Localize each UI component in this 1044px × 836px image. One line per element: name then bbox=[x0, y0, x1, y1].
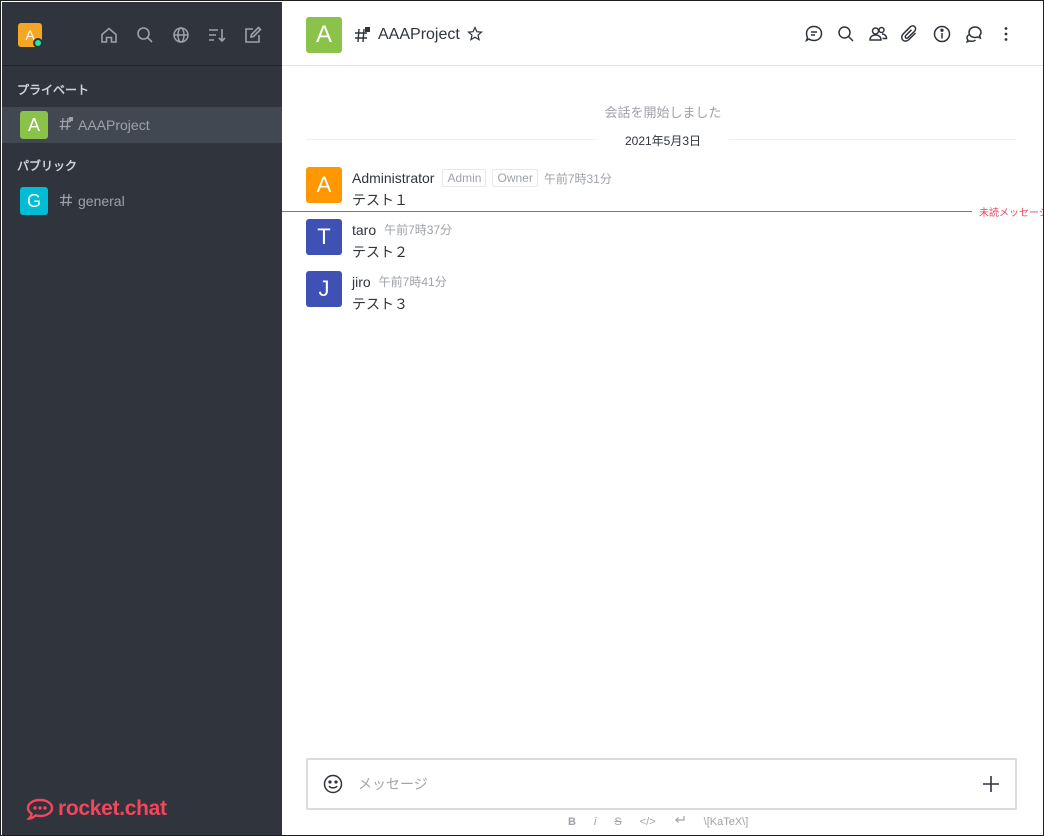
sort-icon[interactable] bbox=[207, 25, 227, 45]
message-avatar[interactable]: J bbox=[306, 271, 342, 307]
section-label-private: プライベート bbox=[17, 83, 90, 97]
sidebar-item-general[interactable]: G general bbox=[2, 183, 282, 219]
emoji-icon[interactable] bbox=[322, 773, 344, 795]
search-icon[interactable] bbox=[135, 25, 155, 45]
message-avatar[interactable]: A bbox=[306, 167, 342, 203]
private-channel-icon bbox=[353, 26, 371, 44]
message-time: 午前7時31分 bbox=[543, 171, 612, 186]
room-avatar: A bbox=[20, 111, 48, 139]
sidebar-header: A bbox=[2, 2, 282, 66]
role-badge-admin: Admin bbox=[442, 169, 487, 187]
app-window: A プライベート A AAAProject パブリック G general ro… bbox=[0, 0, 1044, 836]
online-status-icon bbox=[33, 38, 43, 48]
strike-button[interactable]: S bbox=[614, 816, 621, 828]
message-header: Administrator Admin Owner 午前7時31分 bbox=[352, 169, 612, 187]
message-item[interactable]: T taro 午前7時37分 テスト２ bbox=[306, 219, 1016, 260]
date-label: 2021年5月3日 bbox=[596, 134, 730, 148]
room-header: A AAAProject bbox=[282, 2, 1043, 66]
unread-divider-label: 未読メッセージ bbox=[979, 208, 1044, 219]
message-text: テスト３ bbox=[352, 296, 408, 312]
create-new-icon[interactable] bbox=[243, 25, 263, 45]
message-avatar[interactable]: T bbox=[306, 219, 342, 255]
info-icon[interactable] bbox=[932, 24, 954, 46]
threads-icon[interactable] bbox=[964, 24, 986, 46]
bold-button[interactable]: B bbox=[568, 816, 576, 828]
section-label-public: パブリック bbox=[17, 159, 78, 173]
home-icon[interactable] bbox=[99, 25, 119, 45]
message-time: 午前7時41分 bbox=[378, 275, 447, 289]
room-avatar: G bbox=[20, 187, 48, 215]
members-icon[interactable] bbox=[868, 24, 890, 46]
unread-divider-line bbox=[282, 211, 972, 212]
discussion-icon[interactable] bbox=[804, 24, 826, 46]
conversation-start-text: 会話を開始しました bbox=[604, 105, 722, 120]
message-text: テスト２ bbox=[352, 244, 408, 260]
directory-icon[interactable] bbox=[171, 25, 191, 45]
kebab-menu-icon[interactable] bbox=[996, 24, 1018, 46]
formatting-toolbar: B i S </> \[KaTeX\] bbox=[568, 815, 766, 828]
private-channel-icon bbox=[58, 116, 74, 132]
message-input[interactable] bbox=[358, 766, 958, 802]
message-composer bbox=[306, 758, 1017, 810]
attachment-icon[interactable] bbox=[900, 24, 922, 46]
rocket-logo-icon bbox=[26, 798, 54, 820]
message-username[interactable]: Administrator bbox=[352, 170, 434, 186]
sidebar: A プライベート A AAAProject パブリック G general ro… bbox=[2, 2, 282, 835]
date-divider: 2021年5月3日 bbox=[282, 132, 1043, 149]
message-item[interactable]: J jiro 午前7時41分 テスト３ bbox=[306, 271, 1016, 312]
katex-button[interactable]: \[KaTeX\] bbox=[704, 816, 749, 828]
main-panel: A AAAProject 会話を開始しました 2021年5月3日 A Admin… bbox=[282, 2, 1044, 835]
room-header-avatar: A bbox=[306, 17, 342, 53]
search-icon[interactable] bbox=[836, 24, 858, 46]
message-item[interactable]: A Administrator Admin Owner 午前7時31分 テスト１ bbox=[306, 167, 1016, 208]
room-title: AAAProject bbox=[378, 26, 460, 43]
message-time: 午前7時37分 bbox=[384, 223, 453, 237]
logo-text: rocket.chat bbox=[58, 797, 167, 820]
code-button[interactable]: </> bbox=[640, 816, 656, 828]
sidebar-item-label: AAAProject bbox=[78, 117, 150, 133]
sidebar-item-aaaproject[interactable]: A AAAProject bbox=[2, 107, 282, 143]
multiline-icon[interactable] bbox=[674, 815, 686, 828]
message-header: jiro 午前7時41分 bbox=[352, 273, 447, 290]
message-username[interactable]: jiro bbox=[352, 274, 371, 290]
favorite-star-icon[interactable] bbox=[467, 26, 483, 42]
role-badge-owner: Owner bbox=[492, 169, 538, 187]
rocket-chat-logo: rocket.chat bbox=[26, 797, 167, 821]
message-text: テスト１ bbox=[352, 192, 408, 208]
channel-hash-icon bbox=[58, 192, 74, 208]
plus-icon[interactable] bbox=[980, 773, 1002, 795]
message-username[interactable]: taro bbox=[352, 222, 376, 238]
message-header: taro 午前7時37分 bbox=[352, 221, 452, 238]
sidebar-item-label: general bbox=[78, 193, 125, 209]
italic-button[interactable]: i bbox=[594, 816, 596, 828]
